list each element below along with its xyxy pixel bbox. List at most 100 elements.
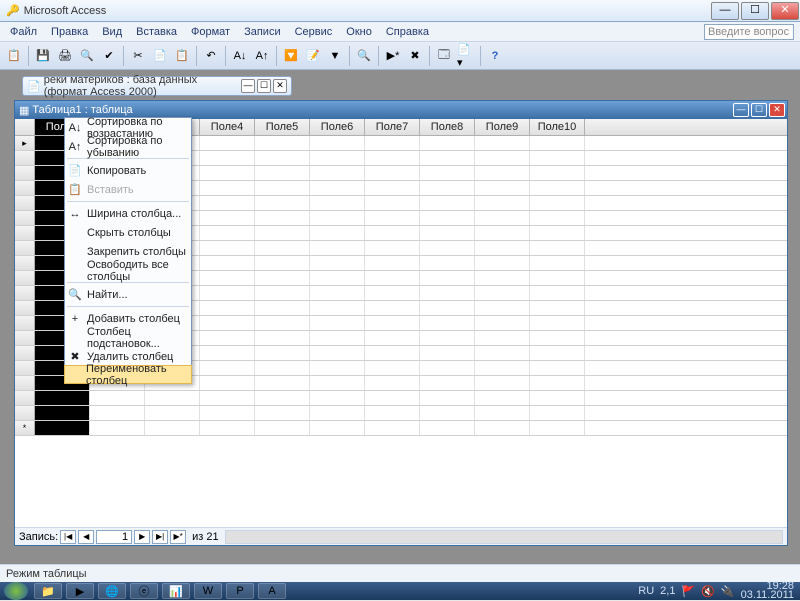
cell[interactable] bbox=[365, 331, 420, 345]
cell[interactable] bbox=[420, 346, 475, 360]
column-header[interactable]: Поле7 bbox=[365, 119, 420, 135]
cell[interactable] bbox=[200, 211, 255, 225]
column-header[interactable]: Поле9 bbox=[475, 119, 530, 135]
cell[interactable] bbox=[420, 211, 475, 225]
sort-desc-button[interactable]: A↑ bbox=[252, 46, 272, 66]
maximize-button[interactable]: ☐ bbox=[741, 2, 769, 20]
new-object-button[interactable]: 📄▾ bbox=[456, 46, 476, 66]
cell[interactable] bbox=[200, 151, 255, 165]
cell[interactable] bbox=[475, 166, 530, 180]
cell[interactable] bbox=[200, 226, 255, 240]
cell[interactable] bbox=[530, 361, 585, 375]
row-selector[interactable] bbox=[15, 151, 35, 165]
db-minimize-button[interactable]: — bbox=[241, 79, 255, 93]
tray-net-icon[interactable]: 🔌 bbox=[721, 585, 735, 598]
task-word[interactable]: W bbox=[194, 583, 222, 599]
cell[interactable] bbox=[365, 166, 420, 180]
help-button[interactable]: ? bbox=[485, 46, 505, 66]
cell[interactable] bbox=[475, 211, 530, 225]
database-window[interactable]: 📄 реки материков : база данных (формат A… bbox=[22, 76, 292, 96]
close-button[interactable]: ✕ bbox=[771, 2, 799, 20]
cell[interactable] bbox=[310, 286, 365, 300]
cell[interactable] bbox=[365, 151, 420, 165]
table-row[interactable]: * bbox=[15, 421, 787, 436]
cell[interactable] bbox=[420, 256, 475, 270]
cell[interactable] bbox=[200, 391, 255, 405]
db-window-button[interactable]: 🗔 bbox=[434, 46, 454, 66]
preview-button[interactable]: 🔍 bbox=[77, 46, 97, 66]
cell[interactable] bbox=[255, 226, 310, 240]
copy-button[interactable]: 📄 bbox=[150, 46, 170, 66]
cell[interactable] bbox=[420, 181, 475, 195]
cell[interactable] bbox=[365, 211, 420, 225]
cell[interactable] bbox=[310, 346, 365, 360]
cell[interactable] bbox=[475, 196, 530, 210]
cell[interactable] bbox=[310, 376, 365, 390]
cell[interactable] bbox=[530, 196, 585, 210]
minimize-button[interactable]: — bbox=[711, 2, 739, 20]
menu-insert[interactable]: Вставка bbox=[130, 24, 183, 40]
cell[interactable] bbox=[365, 136, 420, 150]
cell[interactable] bbox=[255, 376, 310, 390]
cell[interactable] bbox=[530, 346, 585, 360]
cell[interactable] bbox=[310, 211, 365, 225]
view-button[interactable]: 📋 bbox=[4, 46, 24, 66]
cell[interactable] bbox=[475, 226, 530, 240]
cell[interactable] bbox=[255, 256, 310, 270]
context-item[interactable]: ↔Ширина столбца... bbox=[65, 204, 191, 223]
cell[interactable] bbox=[420, 391, 475, 405]
cell[interactable] bbox=[255, 196, 310, 210]
task-chrome[interactable]: 🌐 bbox=[98, 583, 126, 599]
cell[interactable] bbox=[420, 331, 475, 345]
system-tray[interactable]: RU 2,1 🚩 🔇 🔌 19:28 03.11.2011 bbox=[638, 582, 800, 600]
context-item[interactable]: 📄Копировать bbox=[65, 161, 191, 180]
cell[interactable] bbox=[420, 286, 475, 300]
menu-records[interactable]: Записи bbox=[238, 24, 287, 40]
cell[interactable] bbox=[365, 361, 420, 375]
cell[interactable] bbox=[475, 406, 530, 420]
cell[interactable] bbox=[420, 166, 475, 180]
cell[interactable] bbox=[530, 136, 585, 150]
tray-lang[interactable]: RU bbox=[638, 585, 654, 597]
filter-toggle-button[interactable]: ▼ bbox=[325, 46, 345, 66]
cell[interactable] bbox=[420, 421, 475, 435]
cell[interactable] bbox=[365, 286, 420, 300]
context-item[interactable]: Освободить все столбцы bbox=[65, 261, 191, 280]
help-question-box[interactable]: Введите вопрос bbox=[704, 24, 794, 40]
cell[interactable] bbox=[475, 316, 530, 330]
cell[interactable] bbox=[255, 391, 310, 405]
cell[interactable] bbox=[530, 301, 585, 315]
cell[interactable] bbox=[475, 346, 530, 360]
cell[interactable] bbox=[475, 181, 530, 195]
row-selector[interactable] bbox=[15, 271, 35, 285]
task-powerpoint[interactable]: P bbox=[226, 583, 254, 599]
cell[interactable] bbox=[200, 346, 255, 360]
cell[interactable] bbox=[310, 151, 365, 165]
menu-view[interactable]: Вид bbox=[96, 24, 128, 40]
cell[interactable] bbox=[145, 391, 200, 405]
filter-selection-button[interactable]: 🔽 bbox=[281, 46, 301, 66]
cell[interactable] bbox=[365, 226, 420, 240]
cell[interactable] bbox=[530, 406, 585, 420]
cell[interactable] bbox=[365, 256, 420, 270]
cell[interactable] bbox=[310, 166, 365, 180]
tray-sound-icon[interactable]: 🔇 bbox=[701, 585, 715, 598]
cut-button[interactable]: ✂ bbox=[128, 46, 148, 66]
cell[interactable] bbox=[475, 301, 530, 315]
tw-minimize-button[interactable]: — bbox=[733, 103, 749, 117]
new-record-button[interactable]: ▶* bbox=[383, 46, 403, 66]
cell[interactable] bbox=[90, 421, 145, 435]
cell[interactable] bbox=[200, 316, 255, 330]
column-header[interactable]: Поле6 bbox=[310, 119, 365, 135]
cell[interactable] bbox=[365, 316, 420, 330]
task-media[interactable]: ▶ bbox=[66, 583, 94, 599]
cell[interactable] bbox=[310, 406, 365, 420]
menu-tools[interactable]: Сервис bbox=[289, 24, 339, 40]
cell[interactable] bbox=[310, 136, 365, 150]
cell[interactable] bbox=[475, 286, 530, 300]
cell[interactable] bbox=[475, 136, 530, 150]
db-close-button[interactable]: ✕ bbox=[273, 79, 287, 93]
cell[interactable] bbox=[475, 361, 530, 375]
cell[interactable] bbox=[310, 391, 365, 405]
cell[interactable] bbox=[530, 226, 585, 240]
